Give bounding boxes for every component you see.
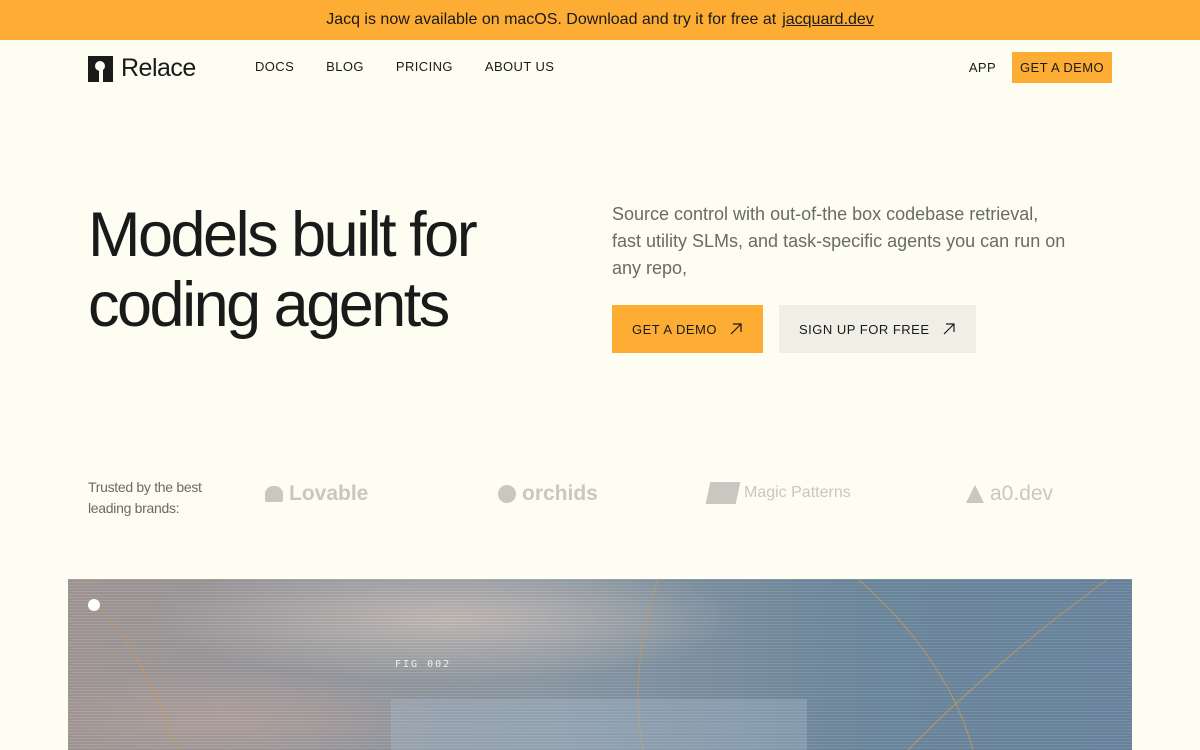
lovable-logo-icon [265, 486, 283, 502]
brand-name: a0.dev [990, 482, 1054, 505]
brand-name: Magic Patterns [744, 484, 851, 501]
brand-a0-dev: a0.dev [966, 482, 1053, 506]
brand-magic-patterns: Magic Patterns [705, 482, 851, 504]
nav-link-about-us[interactable]: ABOUT US [485, 59, 554, 74]
app-link[interactable]: APP [969, 60, 996, 75]
sign-up-label: SIGN UP FOR FREE [798, 321, 930, 337]
nav-link-docs[interactable]: DOCS [255, 59, 294, 74]
hero-cta-row: GET A DEMO SIGN UP FOR FREE [612, 305, 976, 353]
announcement-banner: Jacq is now available on macOS. Download… [0, 0, 1200, 40]
sign-up-free-button[interactable]: SIGN UP FOR FREE [778, 305, 976, 353]
figure-marker-dot [88, 599, 100, 611]
a0-dev-logo-icon [966, 485, 984, 503]
nav-links: DOCS BLOG PRICING ABOUT US [255, 59, 554, 74]
get-demo-button[interactable]: GET A DEMO [612, 305, 763, 353]
get-demo-label: GET A DEMO [632, 321, 717, 337]
brand-name: Lovable [289, 482, 369, 505]
nav-link-pricing[interactable]: PRICING [396, 59, 453, 74]
orchids-logo-icon [498, 485, 516, 503]
brand-orchids: orchids [498, 482, 598, 506]
trusted-by-text: Trusted by the best leading brands: [88, 479, 202, 516]
arrow-up-right-icon [943, 323, 955, 335]
banner-link[interactable]: jacquard.dev [782, 11, 874, 29]
logo-text: Relace [121, 54, 196, 82]
brand-name: orchids [522, 482, 598, 505]
nav-actions: APP GET A DEMO [969, 52, 1112, 83]
nav-get-demo-button[interactable]: GET A DEMO [1012, 52, 1112, 83]
brand-lovable: Lovable [265, 482, 368, 506]
hero-figure-image: FIG 002 [68, 579, 1132, 750]
relace-logo-icon [88, 55, 113, 82]
figure-panel [391, 699, 807, 750]
banner-text: Jacq is now available on macOS. Download… [326, 11, 777, 28]
arrow-up-right-icon [730, 323, 742, 335]
magic-patterns-logo-icon [705, 482, 741, 504]
hero-subtitle: Source control with out-of-the box codeb… [612, 204, 1066, 278]
nav-link-blog[interactable]: BLOG [326, 59, 364, 74]
hero-headline: Models built for coding agents [88, 200, 478, 340]
brand-logos: Lovable orchids Magic Patterns a0.dev [230, 482, 1130, 514]
headline-line-2: coding agents [88, 270, 450, 340]
headline-line-1: Models built for [88, 200, 478, 270]
top-nav: Relace DOCS BLOG PRICING ABOUT US APP GE… [0, 40, 1200, 94]
logo[interactable]: Relace [88, 54, 196, 83]
figure-label: FIG 002 [395, 659, 452, 670]
